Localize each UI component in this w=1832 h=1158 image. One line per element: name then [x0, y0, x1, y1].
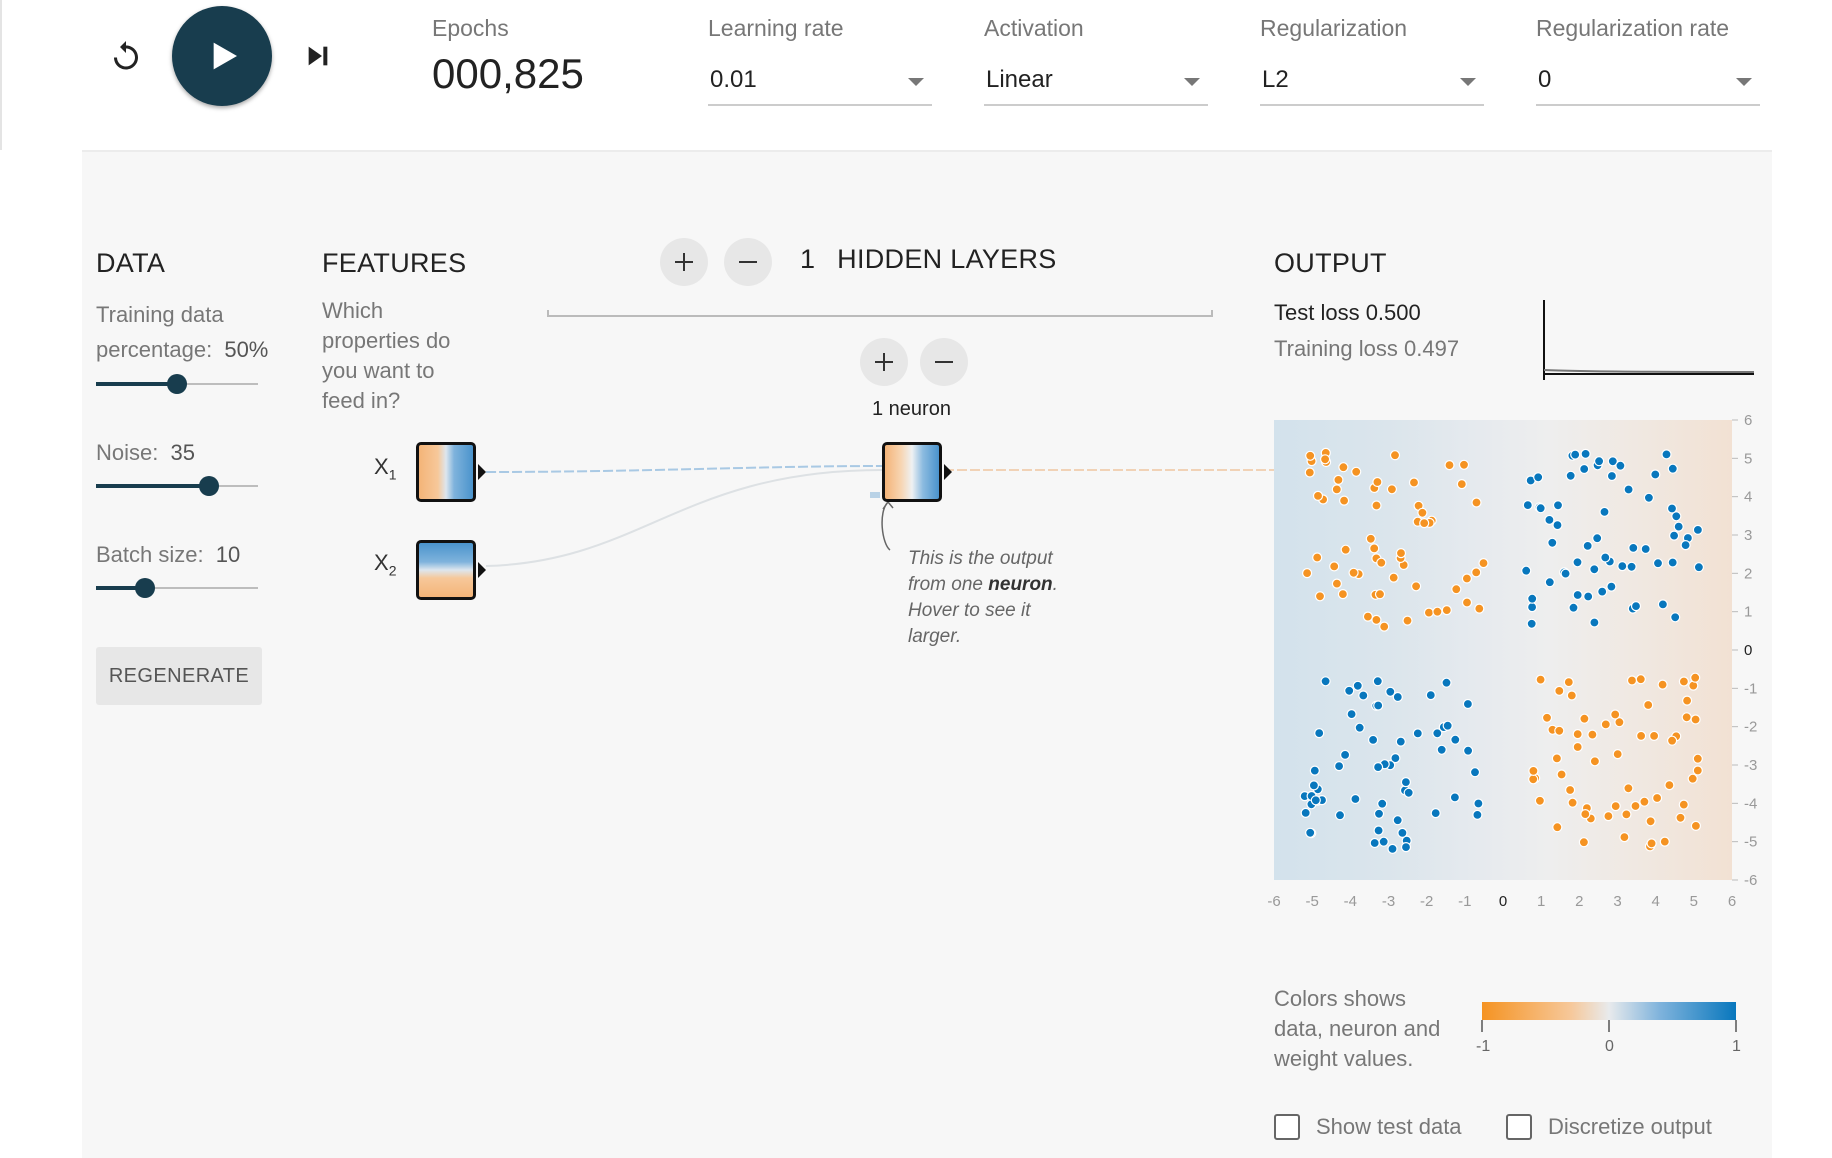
neuron-callout: This is the output from one neuron. Hove… [908, 546, 1058, 650]
reset-icon[interactable] [102, 32, 150, 80]
add-neuron-button[interactable] [860, 338, 908, 386]
y-tick-label: 2 [1744, 565, 1752, 582]
legend-tick-mid: 0 [1605, 1038, 1614, 1055]
color-legend-text: Colors shows data, neuron and weight val… [1274, 984, 1440, 1074]
callout-line2: from one neuron. [908, 572, 1058, 598]
y-tick-label: 0 [1744, 642, 1752, 659]
x-tick-label: 0 [1499, 893, 1507, 910]
callout-line4: larger. [908, 626, 962, 647]
main-panel: DATA Training data percentage: 50% Noise… [82, 150, 1772, 1158]
add-layer-button[interactable] [660, 238, 708, 286]
legend-text-line2: data, neuron and [1274, 1016, 1441, 1041]
remove-neuron-button[interactable] [920, 338, 968, 386]
callout-line3: Hover to see it [908, 600, 1031, 621]
x-tick-label: -5 [1305, 893, 1318, 910]
caret-down-icon [908, 78, 924, 86]
x-tick-label: 1 [1537, 893, 1545, 910]
activation-select[interactable]: Linear [984, 58, 1208, 106]
neuron-bias-mark [870, 492, 880, 498]
y-tick-label: -1 [1744, 680, 1757, 697]
legend-text-line1: Colors shows [1274, 986, 1407, 1011]
x-tick-label: 3 [1613, 893, 1621, 910]
learning-rate-label: Learning rate [708, 15, 844, 41]
y-tick-label: -6 [1744, 872, 1757, 889]
y-tick-label: -4 [1744, 795, 1757, 812]
callout-line1: This is the output [908, 548, 1053, 569]
regularization-label: Regularization [1260, 15, 1408, 41]
link-x2-neuron[interactable] [485, 469, 883, 567]
callout-period: . [1052, 574, 1058, 595]
play-button[interactable] [172, 6, 272, 106]
node-output-arrow [944, 464, 952, 480]
callout-arrow-head [882, 501, 894, 510]
plus-icon [675, 253, 693, 271]
caret-down-icon [1460, 78, 1476, 86]
regularization-select[interactable]: L2 [1260, 58, 1484, 106]
layer-bracket [547, 310, 1213, 317]
neuron-count-label: 1 neuron [872, 398, 951, 420]
caret-down-icon [1736, 78, 1752, 86]
x-tick-label: 6 [1728, 893, 1736, 910]
color-scale-ticks [1481, 1020, 1737, 1032]
hidden-layers-title: 1 HIDDEN LAYERS [800, 244, 1057, 275]
play-icon [213, 42, 237, 70]
y-tick-label: 6 [1744, 412, 1752, 429]
legend-tick-max: 1 [1732, 1038, 1741, 1055]
callout-bold: neuron [988, 574, 1053, 595]
regularization-value: L2 [1262, 66, 1289, 93]
test-loss: Test loss 0.500 [1274, 300, 1421, 325]
x-tick-label: -3 [1382, 893, 1395, 910]
step-icon[interactable] [294, 32, 342, 80]
x-tick-label: -6 [1267, 893, 1280, 910]
caret-down-icon [1184, 78, 1200, 86]
training-loss: Training loss 0.497 [1274, 336, 1460, 361]
show-test-data-checkbox[interactable] [1274, 1114, 1300, 1140]
plus-icon [875, 353, 893, 371]
hidden-layers-label: HIDDEN LAYERS [837, 244, 1057, 274]
x-tick-label: 2 [1575, 893, 1583, 910]
learning-rate-select[interactable]: 0.01 [708, 58, 932, 106]
activation-value: Linear [986, 66, 1053, 93]
minus-icon [935, 361, 953, 363]
loss-chart [1543, 300, 1755, 380]
regularization-rate-value: 0 [1538, 66, 1552, 93]
x-tick-label: -1 [1458, 893, 1471, 910]
x-tick-label: -4 [1344, 893, 1357, 910]
x-tick-label: 4 [1651, 893, 1659, 910]
epochs-label: Epochs [432, 15, 509, 41]
callout-pointer [881, 501, 891, 551]
y-tick-label: -3 [1744, 757, 1757, 774]
y-tick-label: 1 [1744, 604, 1752, 621]
top-controls: Epochs 000,825 Learning rate 0.01 Activa… [0, 0, 1832, 150]
x-tick-label: 5 [1690, 893, 1698, 910]
activation-label: Activation [984, 15, 1084, 41]
y-tick-label: 4 [1744, 489, 1752, 506]
show-test-data-label[interactable]: Show test data [1316, 1114, 1462, 1140]
x-tick-label: -2 [1420, 893, 1433, 910]
y-tick-label: 3 [1744, 527, 1752, 544]
hidden-layer-count: 1 [800, 244, 816, 274]
output-axes: -6 -5 -4 -3 -2 -1 0 1 2 3 4 5 6 6 5 4 3 2 1 0 -1 -2 -3 -4 -5 -6 [1267, 412, 1757, 910]
y-tick-label: -5 [1744, 834, 1757, 851]
discretize-output-label[interactable]: Discretize output [1548, 1114, 1712, 1140]
legend-tick-min: -1 [1476, 1038, 1491, 1055]
minus-icon [739, 261, 757, 263]
epochs-value: 000,825 [432, 50, 584, 97]
remove-layer-button[interactable] [724, 238, 772, 286]
regularization-rate-select[interactable]: 0 [1536, 58, 1760, 106]
discretize-output-checkbox[interactable] [1506, 1114, 1532, 1140]
link-x1-neuron[interactable] [485, 465, 883, 473]
output-title: OUTPUT [1274, 248, 1387, 278]
regularization-rate-label: Regularization rate [1536, 15, 1730, 41]
test-loss-curve [1543, 369, 1755, 373]
hidden-neuron-node[interactable] [882, 442, 942, 502]
y-tick-label: 5 [1744, 450, 1752, 467]
learning-rate-value: 0.01 [710, 66, 757, 93]
y-tick-label: -2 [1744, 719, 1757, 736]
legend-text-line3: weight values. [1274, 1046, 1414, 1071]
callout-text: from one [908, 574, 989, 595]
